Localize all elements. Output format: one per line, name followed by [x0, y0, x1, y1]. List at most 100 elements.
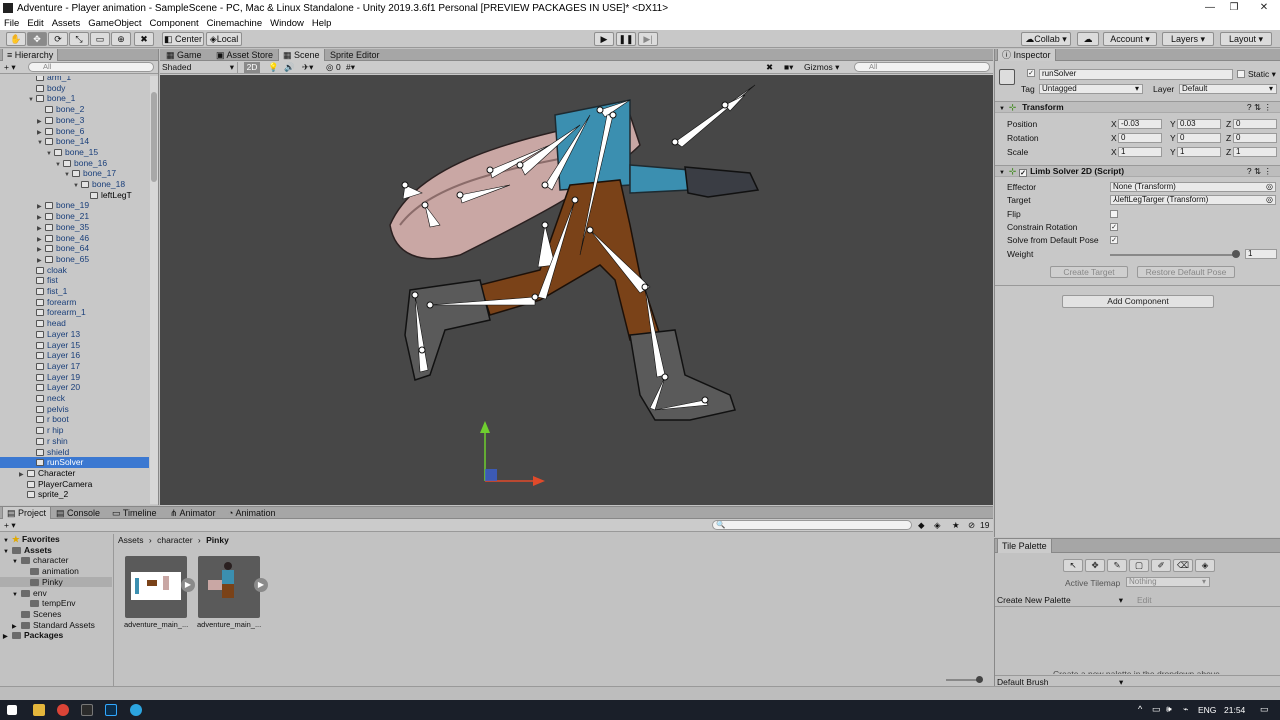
hierarchy-item[interactable]: leftLegT: [0, 190, 149, 201]
object-name-field[interactable]: runSolver: [1039, 69, 1233, 80]
project-search-input[interactable]: 🔍: [712, 520, 912, 530]
project-tree-item[interactable]: ▶ Standard Assets: [0, 620, 112, 631]
scale-tool-icon[interactable]: ⤡: [69, 32, 89, 46]
hierarchy-item[interactable]: pelvis: [0, 404, 149, 415]
rotation-x-field[interactable]: 0: [1118, 133, 1162, 143]
zoom-slider-thumb[interactable]: [976, 676, 983, 683]
battery-icon[interactable]: ⌁: [1183, 704, 1188, 715]
menu-window[interactable]: Window: [270, 18, 304, 29]
create-palette-dropdown[interactable]: Create New Palette ▾: [997, 594, 1127, 607]
gizmo-x-arrow[interactable]: [533, 476, 545, 486]
weight-field[interactable]: 1: [1245, 249, 1277, 259]
lighting-icon[interactable]: 💡: [268, 62, 279, 73]
expand-asset-icon[interactable]: ▶: [254, 578, 268, 592]
maximize-button[interactable]: ❐: [1220, 0, 1248, 16]
hierarchy-scroll-thumb[interactable]: [151, 92, 157, 182]
pivot-local-button[interactable]: ◈Local: [206, 32, 242, 46]
restore-default-pose-button[interactable]: Restore Default Pose: [1137, 266, 1235, 278]
tray-arrow-icon[interactable]: ^: [1138, 704, 1142, 714]
project-tree-item[interactable]: animation: [0, 566, 112, 577]
hierarchy-item[interactable]: r shin: [0, 436, 149, 447]
hierarchy-item[interactable]: forearm_1: [0, 307, 149, 318]
fill-bucket-icon[interactable]: ◈: [1195, 559, 1215, 572]
weight-slider-thumb[interactable]: [1232, 250, 1240, 258]
tab-asset-store[interactable]: ▣ Asset Store: [212, 49, 277, 61]
hierarchy-item[interactable]: ▶ Character: [0, 468, 149, 479]
layout-dropdown[interactable]: Layout ▾: [1220, 32, 1272, 46]
menu-edit[interactable]: Edit: [27, 18, 43, 29]
tab-sprite-editor[interactable]: Sprite Editor: [326, 49, 384, 61]
scale-y-field[interactable]: 1: [1177, 147, 1221, 157]
tab-game[interactable]: ▦ Game: [162, 49, 206, 61]
weight-slider-track[interactable]: [1110, 254, 1238, 256]
scene-viewport[interactable]: [160, 75, 993, 505]
select-tool-icon[interactable]: ↖: [1063, 559, 1083, 572]
chrome-icon[interactable]: [57, 704, 69, 716]
custom-tool-icon[interactable]: ✖: [134, 32, 154, 46]
breadcrumb-pinky[interactable]: Pinky: [206, 535, 229, 545]
hierarchy-item[interactable]: Layer 17: [0, 361, 149, 372]
hierarchy-item[interactable]: runSolver: [0, 457, 149, 468]
windows-start-icon[interactable]: [7, 705, 17, 715]
hierarchy-item[interactable]: ▶ bone_3: [0, 115, 149, 126]
hierarchy-item[interactable]: PlayerCamera: [0, 479, 149, 490]
hidden-count-icon[interactable]: ◎: [326, 62, 333, 73]
tools-icon[interactable]: ✖: [766, 62, 773, 73]
transform-header[interactable]: ▼ ⊹ Transform ? ⇅ ⋮: [995, 101, 1280, 113]
play-button[interactable]: ▶: [594, 32, 614, 46]
project-tree-item[interactable]: Scenes: [0, 609, 112, 620]
grid-icon[interactable]: #▾: [346, 62, 355, 73]
asset-thumbnail[interactable]: [125, 556, 187, 618]
rect-tool-icon[interactable]: ▭: [90, 32, 110, 46]
flip-checkbox[interactable]: [1110, 210, 1118, 218]
hierarchy-item[interactable]: ▶ bone_21: [0, 211, 149, 222]
static-checkbox[interactable]: [1237, 70, 1245, 78]
hierarchy-item[interactable]: arm_1: [0, 76, 149, 83]
active-checkbox[interactable]: ✓: [1027, 69, 1035, 77]
rotation-z-field[interactable]: 0: [1233, 133, 1277, 143]
photoshop-icon[interactable]: [105, 704, 117, 716]
tab-project[interactable]: ▤ Project: [2, 507, 52, 519]
menu-gameobject[interactable]: GameObject: [88, 18, 141, 29]
hierarchy-item[interactable]: head: [0, 318, 149, 329]
foldout-arrow-icon[interactable]: ▶: [3, 632, 12, 643]
file-explorer-icon[interactable]: [33, 704, 45, 716]
camera-icon[interactable]: ■▾: [784, 62, 793, 73]
tab-scene[interactable]: ▦ Scene: [278, 49, 325, 61]
active-tilemap-dropdown[interactable]: Nothing ▾: [1126, 577, 1210, 587]
project-tree-item[interactable]: ▶ Packages: [0, 630, 112, 641]
audio-icon[interactable]: 🔊: [284, 62, 295, 73]
network-icon[interactable]: ▭: [1152, 704, 1161, 715]
solve-default-checkbox[interactable]: ✓: [1110, 236, 1118, 244]
scene-search-input[interactable]: All: [854, 62, 990, 72]
layer-dropdown[interactable]: Default ▾: [1179, 84, 1277, 94]
hierarchy-item[interactable]: ▶ bone_46: [0, 233, 149, 244]
project-tree-item[interactable]: ▼ env: [0, 588, 112, 599]
favorite-star-icon[interactable]: ★: [952, 520, 960, 531]
notification-icon[interactable]: ▭: [1260, 704, 1269, 715]
component-menu-icon[interactable]: ? ⇅ ⋮: [1247, 102, 1272, 113]
position-y-field[interactable]: 0.03: [1177, 119, 1221, 129]
hierarchy-item[interactable]: ▶ bone_6: [0, 126, 149, 137]
telegram-icon[interactable]: [130, 704, 142, 716]
menu-file[interactable]: File: [4, 18, 19, 29]
create-plus-button[interactable]: + ▾: [4, 62, 16, 73]
constrain-checkbox[interactable]: ✓: [1110, 223, 1118, 231]
component-menu-icon[interactable]: ? ⇅ ⋮: [1247, 166, 1272, 177]
tab-inspector[interactable]: ⓘ Inspector: [997, 49, 1056, 61]
step-button[interactable]: ▶|: [638, 32, 658, 46]
effector-field[interactable]: None (Transform) ◎: [1110, 182, 1276, 192]
menu-help[interactable]: Help: [312, 18, 332, 29]
rotate-tool-icon[interactable]: ⟳: [48, 32, 68, 46]
breadcrumb-character[interactable]: character: [157, 535, 192, 545]
mode-2d-toggle[interactable]: 2D: [244, 62, 260, 73]
object-picker-icon[interactable]: ◎: [1266, 196, 1273, 204]
project-create-button[interactable]: + ▾: [4, 520, 16, 531]
hierarchy-scrollbar[interactable]: [150, 76, 158, 504]
hierarchy-item[interactable]: cloak: [0, 265, 149, 276]
hierarchy-item[interactable]: r hip: [0, 425, 149, 436]
account-dropdown[interactable]: Account ▾: [1103, 32, 1157, 46]
target-field[interactable]: ⅄leftLegTarger (Transform) ◎: [1110, 195, 1276, 205]
edit-palette-button[interactable]: Edit: [1137, 594, 1152, 607]
scale-z-field[interactable]: 1: [1233, 147, 1277, 157]
